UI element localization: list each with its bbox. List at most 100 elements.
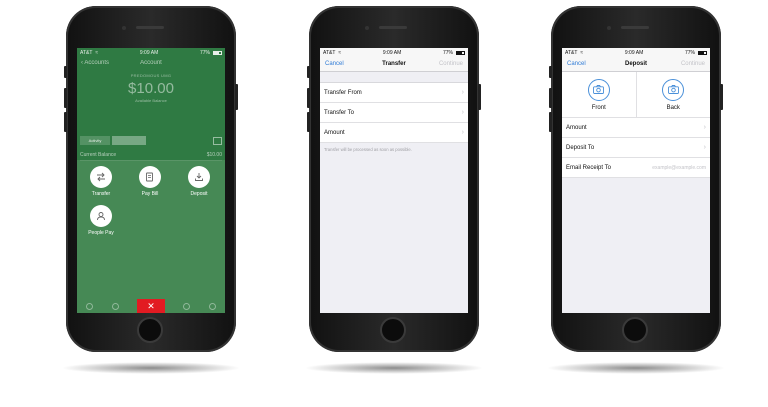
transfer-to-row[interactable]: Transfer To › xyxy=(320,103,468,123)
accounts-tab-icon[interactable] xyxy=(111,302,119,310)
check-photo-row: Front Back xyxy=(562,72,710,118)
clock: 9:09 AM xyxy=(382,49,402,56)
email-receipt-label: Email Receipt To xyxy=(566,164,611,171)
front-camera xyxy=(607,26,611,30)
close-icon: ✕ xyxy=(147,300,155,311)
phone-shadow xyxy=(546,362,726,374)
battery-icon xyxy=(455,50,465,55)
transfer-label: Transfer xyxy=(91,191,111,197)
home-button[interactable] xyxy=(622,317,648,343)
transfer-screen: AT&T ≈ 9:09 AM 77% Cancel Transfer Contin… xyxy=(320,48,468,313)
mute-switch xyxy=(307,66,310,78)
phone-shadow xyxy=(61,362,241,374)
nav-title: Account xyxy=(140,60,162,66)
transfer-from-row[interactable]: Transfer From › xyxy=(320,83,468,103)
status-bar: AT&T ≈ 9:09 AM 77% xyxy=(320,48,468,57)
speaker-grille xyxy=(621,26,649,29)
people-pay-action[interactable]: People Pay xyxy=(81,205,121,236)
cancel-button[interactable]: Cancel xyxy=(325,61,344,67)
transfer-action[interactable]: Transfer xyxy=(81,166,121,197)
people-pay-label: People Pay xyxy=(88,230,114,236)
battery-percent: 77% xyxy=(684,49,695,56)
phone-deposit: AT&T ≈ 9:09 AM 77% Cancel Deposit Continu… xyxy=(549,6,723,352)
home-tab-icon[interactable] xyxy=(86,302,94,310)
email-receipt-row: Email Receipt To example@example.com xyxy=(562,158,710,178)
transfer-note: Transfer will be processed as soon as po… xyxy=(324,147,412,152)
deposit-to-row[interactable]: Deposit To › xyxy=(562,138,710,158)
front-camera xyxy=(365,26,369,30)
transfer-form: Transfer From › Transfer To › Amount › xyxy=(320,82,468,143)
volume-down-button xyxy=(549,112,552,132)
pay-bill-action[interactable]: Pay Bill xyxy=(130,166,170,197)
battery-percent: 77% xyxy=(442,49,453,56)
transfer-to-label: Transfer To xyxy=(324,109,355,116)
back-photo-button[interactable]: Back xyxy=(635,72,711,117)
nav-bar: Cancel Transfer Continue xyxy=(320,57,468,72)
chevron-right-icon: › xyxy=(461,109,464,116)
continue-button[interactable]: Continue xyxy=(681,61,705,67)
volume-down-button xyxy=(307,112,310,132)
mute-switch xyxy=(64,66,67,78)
more-tab-icon[interactable] xyxy=(208,302,216,310)
bottom-bar: ✕ xyxy=(77,299,225,313)
volume-up-button xyxy=(64,88,67,108)
power-button xyxy=(235,84,238,110)
power-button xyxy=(720,84,723,110)
front-camera xyxy=(122,26,126,30)
account-name: PREDOMOUS UMG xyxy=(130,73,172,78)
current-balance-label: Current Balance xyxy=(80,152,117,158)
person-icon xyxy=(90,205,112,227)
deposit-to-label: Deposit To xyxy=(566,144,595,151)
volume-up-button xyxy=(307,88,310,108)
close-button[interactable]: ✕ xyxy=(136,299,165,313)
messages-tab-icon[interactable] xyxy=(183,302,191,310)
account-screen: AT&T ≈ 9:09 AM 77% ‹ Accounts Account PRE… xyxy=(77,48,225,313)
deposit-icon xyxy=(188,166,210,188)
volume-down-button xyxy=(64,112,67,132)
carrier: AT&T xyxy=(80,49,93,56)
home-button[interactable] xyxy=(380,317,406,343)
mute-switch xyxy=(549,66,552,78)
transfer-from-label: Transfer From xyxy=(324,89,362,96)
cancel-button[interactable]: Cancel xyxy=(567,61,586,67)
amount-row[interactable]: Amount › xyxy=(320,123,468,143)
wifi-icon: ≈ xyxy=(338,49,342,56)
phone-shadow xyxy=(304,362,484,374)
battery-percent: 77% xyxy=(199,49,210,56)
carrier: AT&T xyxy=(323,49,336,56)
tab-bar: Activity xyxy=(80,136,222,145)
deposit-screen: AT&T ≈ 9:09 AM 77% Cancel Deposit Continu… xyxy=(562,48,710,313)
battery-icon xyxy=(212,50,222,55)
amount-label: Amount xyxy=(324,129,345,136)
continue-button[interactable]: Continue xyxy=(439,61,463,67)
current-balance-value: $10.00 xyxy=(206,152,222,158)
amount-label: Amount xyxy=(566,124,587,131)
email-input[interactable]: example@example.com xyxy=(652,165,706,171)
back-label: Back xyxy=(666,104,680,111)
phone-account: AT&T ≈ 9:09 AM 77% ‹ Accounts Account PRE… xyxy=(64,6,238,352)
status-bar: AT&T ≈ 9:09 AM 77% xyxy=(77,48,225,57)
front-label: Front xyxy=(591,104,606,111)
camera-icon xyxy=(587,78,610,101)
balance-amount: $10.00 xyxy=(128,80,174,97)
phone-transfer: AT&T ≈ 9:09 AM 77% Cancel Transfer Contin… xyxy=(307,6,481,352)
nav-bar: ‹ Accounts Account xyxy=(77,57,225,69)
pay-bill-label: Pay Bill xyxy=(141,191,159,197)
wifi-icon: ≈ xyxy=(580,49,584,56)
deposit-label: Deposit xyxy=(190,191,208,197)
speaker-grille xyxy=(379,26,407,29)
chevron-right-icon: › xyxy=(703,144,706,151)
volume-up-button xyxy=(549,88,552,108)
tab-second[interactable] xyxy=(112,136,146,145)
available-balance-label: Available Balance xyxy=(135,98,167,103)
home-button[interactable] xyxy=(137,317,163,343)
amount-row[interactable]: Amount › xyxy=(562,118,710,138)
pay-bill-icon xyxy=(139,166,161,188)
search-icon[interactable] xyxy=(213,136,222,145)
carrier: AT&T xyxy=(565,49,578,56)
tab-activity[interactable]: Activity xyxy=(80,136,110,145)
nav-bar: Cancel Deposit Continue xyxy=(562,57,710,72)
chevron-right-icon: › xyxy=(703,124,706,131)
front-photo-button[interactable]: Front xyxy=(562,72,636,117)
deposit-action[interactable]: Deposit xyxy=(179,166,219,197)
